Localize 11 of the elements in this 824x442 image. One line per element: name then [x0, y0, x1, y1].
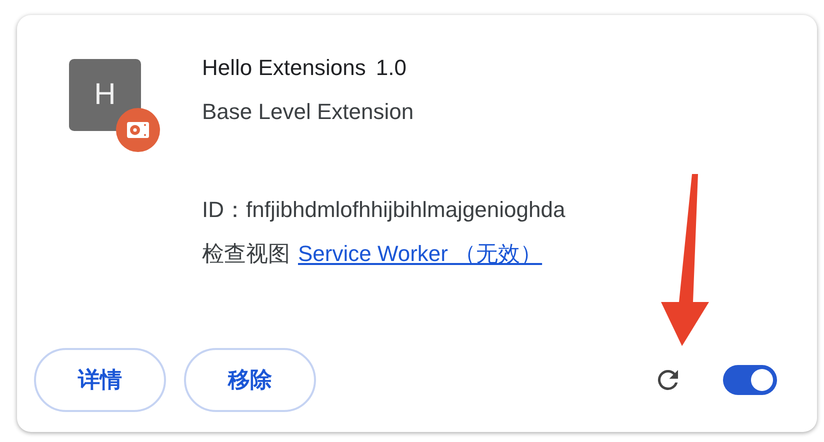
- inspect-views-label: 检查视图: [202, 240, 290, 268]
- enable-toggle[interactable]: [723, 365, 777, 395]
- extension-name: Hello Extensions: [202, 55, 366, 81]
- service-worker-link[interactable]: Service Worker （无效）: [298, 239, 542, 269]
- extension-description: Base Level Extension: [202, 99, 414, 125]
- extension-id: ID：fnfjibhdmlofhhijbihlmajgenioghda: [202, 196, 566, 224]
- action-button[interactable]: 移除: [184, 348, 316, 412]
- action-button[interactable]: 详情: [34, 348, 166, 412]
- hard-drive-badge-icon: [115, 107, 161, 153]
- extension-version: 1.0: [376, 55, 406, 81]
- icon-letter: H: [94, 78, 116, 112]
